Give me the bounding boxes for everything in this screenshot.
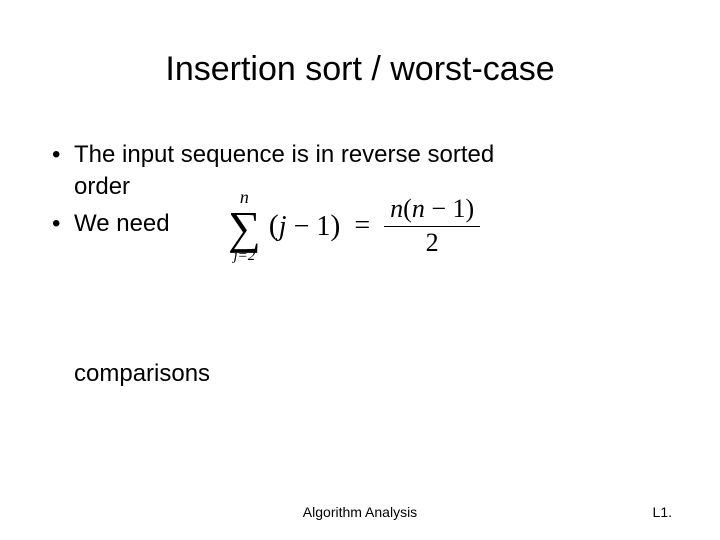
numerator: n(n − 1) — [384, 195, 480, 227]
bullet-2-text: We need — [74, 210, 170, 237]
num-lparen: ( — [403, 194, 412, 223]
summand: (j − 1) — [269, 209, 341, 243]
lparen: ( — [269, 209, 279, 242]
num-n2: n — [412, 194, 425, 223]
sigma-lower-limit: j=2 — [234, 249, 256, 264]
rparen: ) — [330, 209, 340, 242]
equals-sign: = — [354, 210, 370, 242]
footer-center: Algorithm Analysis — [303, 504, 417, 520]
comparisons-text: comparisons — [48, 360, 672, 388]
slide-title: Insertion sort / worst-case — [48, 50, 672, 89]
footer-right: L1. — [653, 504, 672, 520]
sigma-block: n ∑ j=2 — [228, 188, 261, 264]
num-n1: n — [390, 194, 403, 223]
formula: n ∑ j=2 (j − 1) = n(n − 1) 2 — [228, 188, 480, 264]
summand-var: j — [279, 211, 287, 242]
fraction: n(n − 1) 2 — [384, 195, 480, 257]
bullet-1-line-1: The input sequence is in reverse sorted — [74, 139, 672, 171]
summand-minus: − 1 — [287, 211, 331, 242]
footer: . Algorithm Analysis L1. — [0, 504, 720, 520]
denominator: 2 — [426, 227, 439, 258]
slide: Insertion sort / worst-case The input se… — [0, 0, 720, 540]
num-rest: − 1) — [425, 194, 474, 223]
sigma-symbol: ∑ — [228, 208, 261, 247]
